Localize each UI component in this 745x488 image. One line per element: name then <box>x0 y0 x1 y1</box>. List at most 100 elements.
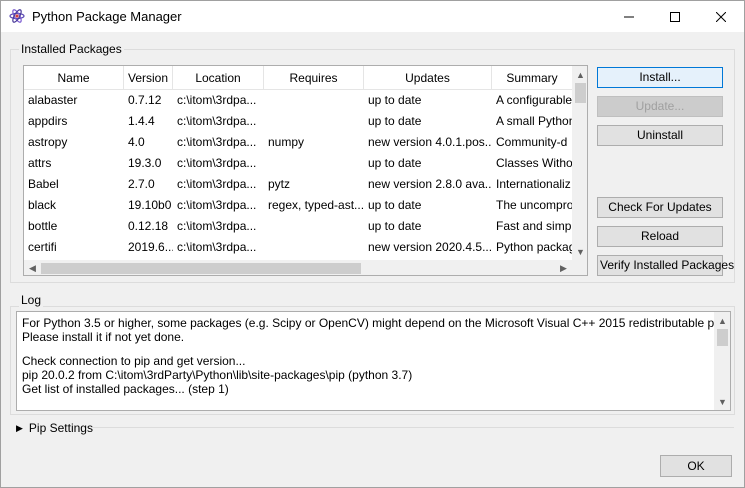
cell-location: c:\itom\3rdpa... <box>177 114 257 128</box>
verify-installed-packages-button[interactable]: Verify Installed Packages <box>597 255 734 276</box>
column-header-updates[interactable]: Updates <box>364 66 492 90</box>
log-line: Check connection to pip and get version.… <box>22 354 246 368</box>
expand-arrow-icon: ▶ <box>16 422 23 433</box>
column-header-location[interactable]: Location <box>173 66 264 90</box>
cell-location: c:\itom\3rdpa... <box>177 240 257 254</box>
cell-summary: Classes Withou <box>496 156 572 170</box>
scrollbar-thumb[interactable] <box>41 263 361 274</box>
scrollbar-thumb[interactable] <box>575 83 586 103</box>
cell-name: astropy <box>28 135 68 149</box>
install-button[interactable]: Install... <box>597 67 723 88</box>
scroll-down-icon[interactable]: ▼ <box>714 393 730 410</box>
cell-requires: pytz <box>268 177 291 191</box>
table-row[interactable]: appdirs 1.4.4 c:\itom\3rdpa... up to dat… <box>24 111 572 132</box>
cell-requires <box>264 153 364 174</box>
cell-updates: new version 4.0.1.pos... <box>368 135 492 149</box>
cell-summary: Community-d <box>496 135 568 149</box>
table-row[interactable]: black 19.10b0 c:\itom\3rdpa... regex, ty… <box>24 195 572 216</box>
log-vertical-scrollbar[interactable]: ▲ ▼ <box>714 312 730 410</box>
maximize-icon <box>670 11 680 22</box>
cell-requires <box>264 111 364 132</box>
scrollbar-thumb[interactable] <box>717 329 728 346</box>
cell-version: 19.3.0 <box>128 156 162 170</box>
log-line: Get list of installed packages... (step … <box>22 382 229 396</box>
log-textbox[interactable]: For Python 3.5 or higher, some packages … <box>16 311 731 411</box>
table-body: alabaster 0.7.12 c:\itom\3rdpa... up to … <box>24 90 572 258</box>
table-row[interactable]: certifi 2019.6... c:\itom\3rdpa... new v… <box>24 237 572 258</box>
cell-requires <box>264 90 364 111</box>
scroll-corner <box>572 260 587 275</box>
cell-summary: A small Python <box>496 114 572 128</box>
uninstall-button[interactable]: Uninstall <box>597 125 723 146</box>
table-row[interactable]: bottle 0.12.18 c:\itom\3rdpa... up to da… <box>24 216 572 237</box>
maximize-button[interactable] <box>652 1 698 32</box>
cell-summary: Python packag <box>496 240 572 254</box>
cell-version: 4.0 <box>128 135 145 149</box>
cell-version: 2019.6... <box>128 240 173 254</box>
cell-location: c:\itom\3rdpa... <box>177 219 257 233</box>
update-button[interactable]: Update... <box>597 96 723 117</box>
cell-location: c:\itom\3rdpa... <box>177 93 257 107</box>
cell-summary: Fast and simpl <box>496 219 572 233</box>
log-line: Please install it if not yet done. <box>22 330 185 344</box>
log-line: For Python 3.5 or higher, some packages … <box>22 316 731 330</box>
cell-location: c:\itom\3rdpa... <box>177 135 257 149</box>
scroll-down-icon[interactable]: ▼ <box>572 243 587 260</box>
column-header-requires[interactable]: Requires <box>264 66 364 90</box>
close-button[interactable] <box>698 1 744 32</box>
close-icon <box>716 11 726 22</box>
cell-location: c:\itom\3rdpa... <box>177 156 257 170</box>
cell-requires <box>264 237 364 258</box>
package-manager-window: Python Package Manager Installed Package… <box>0 0 745 488</box>
itom-app-icon <box>9 8 25 24</box>
cell-version: 2.7.0 <box>128 177 155 191</box>
cell-summary: Internationaliz <box>496 177 571 191</box>
table-row[interactable]: alabaster 0.7.12 c:\itom\3rdpa... up to … <box>24 90 572 111</box>
cell-location: c:\itom\3rdpa... <box>177 177 257 191</box>
cell-name: appdirs <box>28 114 68 128</box>
cell-version: 1.4.4 <box>128 114 155 128</box>
cell-updates: new version 2.8.0 ava... <box>368 177 492 191</box>
table-horizontal-scrollbar[interactable]: ◀ ▶ <box>24 260 572 275</box>
reload-button[interactable]: Reload <box>597 226 723 247</box>
check-for-updates-button[interactable]: Check For Updates <box>597 197 723 218</box>
scroll-left-icon[interactable]: ◀ <box>24 260 41 275</box>
cell-summary: A configurable <box>496 93 572 107</box>
cell-name: attrs <box>28 156 52 170</box>
minimize-button[interactable] <box>606 1 652 32</box>
scroll-up-icon[interactable]: ▲ <box>572 66 587 83</box>
column-header-summary[interactable]: Summary <box>492 66 572 90</box>
table-row[interactable]: Babel 2.7.0 c:\itom\3rdpa... pytz new ve… <box>24 174 572 195</box>
cell-name: bottle <box>28 219 58 233</box>
cell-name: certifi <box>28 240 57 254</box>
cell-name: Babel <box>28 177 59 191</box>
pip-settings-toggle[interactable]: ▶ Pip Settings <box>16 420 93 436</box>
ok-button[interactable]: OK <box>660 455 732 477</box>
cell-updates: up to date <box>368 93 422 107</box>
cell-requires: regex, typed-ast... <box>268 198 364 212</box>
title-bar[interactable]: Python Package Manager <box>1 1 744 32</box>
table-row[interactable]: astropy 4.0 c:\itom\3rdpa... numpy new v… <box>24 132 572 153</box>
cell-updates: up to date <box>368 198 422 212</box>
minimize-icon <box>624 16 634 17</box>
table-header: Name Version Location Requires Updates S… <box>24 66 572 90</box>
column-header-name[interactable]: Name <box>24 66 124 90</box>
table-row[interactable]: attrs 19.3.0 c:\itom\3rdpa... up to date… <box>24 153 572 174</box>
table-vertical-scrollbar[interactable]: ▲ ▼ <box>572 66 587 260</box>
cell-summary: The uncompro <box>496 198 572 212</box>
packages-table[interactable]: Name Version Location Requires Updates S… <box>23 65 588 276</box>
pip-settings-label: Pip Settings <box>28 421 93 435</box>
cell-version: 0.12.18 <box>128 219 169 233</box>
cell-version: 0.7.12 <box>128 93 162 107</box>
log-title: Log <box>19 293 44 307</box>
column-header-version[interactable]: Version <box>124 66 173 90</box>
scroll-up-icon[interactable]: ▲ <box>714 312 730 329</box>
cell-updates: up to date <box>368 219 422 233</box>
cell-requires: numpy <box>268 135 305 149</box>
cell-updates: new version 2020.4.5.... <box>368 240 492 254</box>
scroll-right-icon[interactable]: ▶ <box>555 260 572 275</box>
divider <box>91 427 734 428</box>
log-line: pip 20.0.2 from C:\itom\3rdParty\Python\… <box>22 368 413 382</box>
cell-name: black <box>28 198 57 212</box>
cell-name: alabaster <box>28 93 78 107</box>
